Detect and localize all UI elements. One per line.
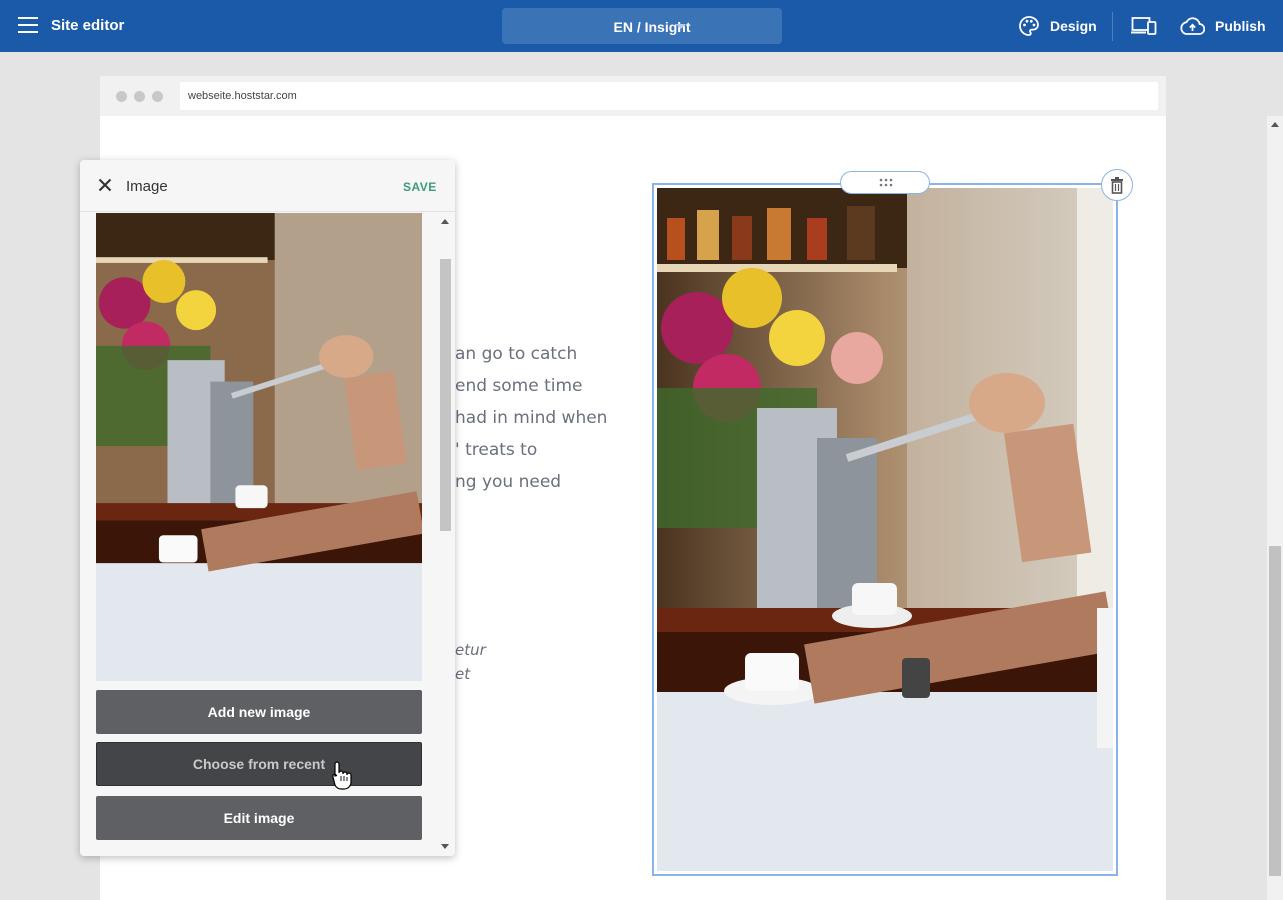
chevron-down-icon — [676, 24, 686, 29]
language-page-selector[interactable]: EN / Insight — [502, 8, 782, 44]
cloud-upload-icon — [1180, 17, 1205, 35]
window-dot — [152, 91, 163, 102]
publish-button[interactable]: Publish — [1180, 15, 1266, 37]
scroll-down-icon[interactable] — [441, 844, 449, 849]
browser-bar: webseite.hoststar.com — [100, 76, 1166, 116]
publish-label: Publish — [1215, 18, 1266, 34]
url-field: webseite.hoststar.com — [180, 82, 1158, 110]
selected-image-block[interactable] — [652, 183, 1118, 876]
design-label: Design — [1050, 18, 1097, 34]
image-panel: Image SAVE Add new image Choose from rec… — [80, 160, 455, 856]
language-page-label: EN / Insight — [613, 19, 691, 35]
save-button[interactable]: SAVE — [403, 180, 437, 194]
image-preview — [96, 213, 422, 681]
top-bar: Site editor EN / Insight Design Publish — [0, 0, 1283, 52]
add-new-image-button[interactable]: Add new image — [96, 690, 422, 734]
close-icon[interactable] — [98, 178, 112, 192]
edit-image-button[interactable]: Edit image — [96, 796, 422, 840]
panel-scrollbar-thumb[interactable] — [440, 259, 451, 531]
drag-handle[interactable] — [840, 171, 930, 194]
palette-icon — [1019, 16, 1039, 36]
scroll-up-icon[interactable] — [1271, 122, 1279, 127]
italic-text[interactable]: etur et — [455, 638, 486, 686]
panel-header: Image SAVE — [80, 160, 455, 212]
coffee-photo[interactable] — [657, 188, 1113, 871]
image-preview-art — [96, 213, 422, 681]
devices-icon[interactable] — [1131, 16, 1157, 36]
trash-icon — [1111, 177, 1123, 194]
delete-block-button[interactable] — [1101, 169, 1133, 201]
hamburger-icon[interactable] — [18, 17, 38, 33]
body-text[interactable]: an go to catch end some time had in mind… — [455, 338, 607, 498]
scroll-up-icon[interactable] — [441, 219, 449, 224]
coffee-photo-art — [657, 188, 1113, 871]
panel-title: Image — [126, 178, 168, 195]
window-dot — [134, 91, 145, 102]
design-button[interactable]: Design — [1018, 15, 1097, 37]
panel-scrollbar[interactable] — [438, 213, 452, 856]
scrollbar-thumb[interactable] — [1269, 546, 1281, 876]
drag-grip-icon — [879, 178, 893, 187]
page-scrollbar[interactable] — [1267, 116, 1283, 900]
window-dot — [116, 91, 127, 102]
app-title: Site editor — [51, 17, 125, 34]
choose-from-recent-button[interactable]: Choose from recent — [96, 742, 422, 786]
toolbar-divider — [1112, 12, 1113, 41]
